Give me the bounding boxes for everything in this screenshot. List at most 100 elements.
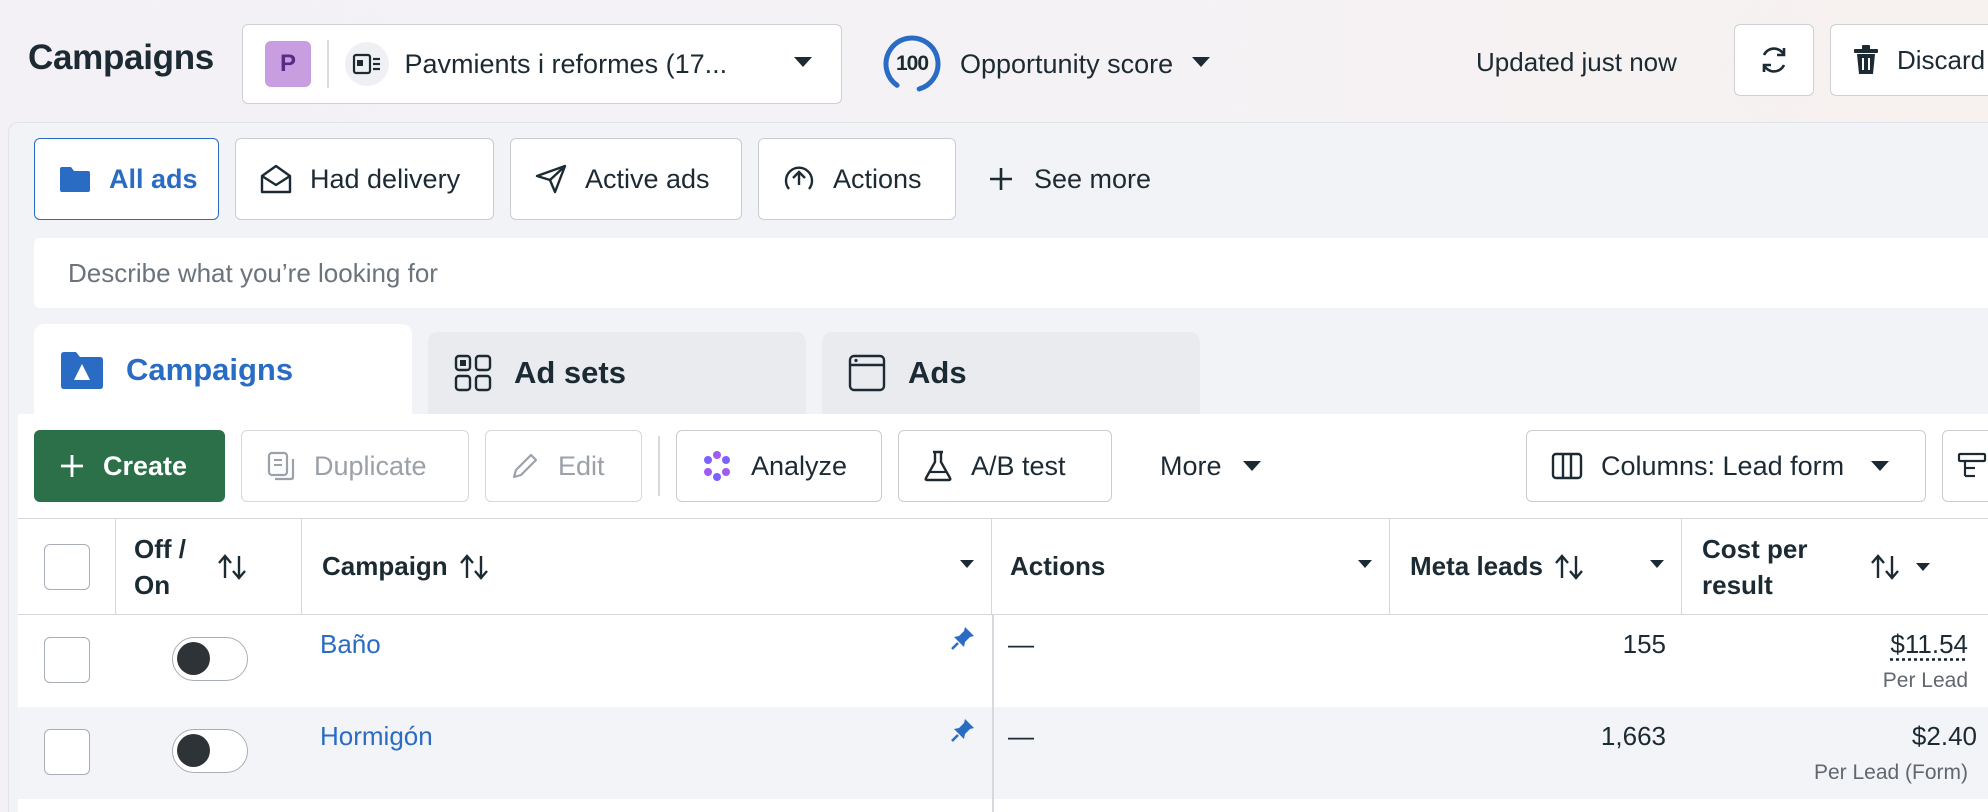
envelope-icon (260, 164, 292, 194)
chevron-down-icon[interactable] (1915, 562, 1931, 572)
chevron-down-icon[interactable] (1357, 559, 1373, 569)
account-name: Pavmients i reformes (17... (405, 49, 728, 80)
create-label: Create (103, 451, 187, 482)
duplicate-button[interactable]: Duplicate (241, 430, 469, 502)
account-divider (327, 40, 329, 88)
analyze-button[interactable]: Analyze (676, 430, 882, 502)
refresh-button[interactable] (1734, 24, 1814, 96)
filter-label: Active ads (585, 164, 710, 195)
discard-button[interactable]: Discard (1830, 24, 1988, 96)
ad-account-selector[interactable]: P Pavmients i reformes (17... (242, 24, 842, 104)
create-button[interactable]: Create (34, 430, 225, 502)
toggle-knob (177, 734, 210, 767)
column-divider (992, 615, 994, 812)
chevron-down-icon (1870, 460, 1890, 472)
cost-per-result-value[interactable]: $11.54 (1698, 629, 1968, 660)
breakdown-button[interactable] (1942, 430, 1988, 502)
pin-icon[interactable] (950, 625, 976, 656)
campaign-toggle[interactable] (172, 637, 248, 681)
search-input[interactable] (68, 258, 1988, 289)
more-button[interactable]: More (1144, 430, 1278, 502)
tab-label: Ad sets (514, 355, 626, 391)
plus-icon (988, 166, 1014, 192)
campaign-folder-icon (60, 350, 104, 390)
actions-value: — (1008, 721, 1034, 752)
ab-test-button[interactable]: A/B test (898, 430, 1112, 502)
table-row: Hormigón — 1,663 $2.40 Per Lead (Form) (18, 707, 1988, 799)
sort-icon (1869, 554, 1901, 580)
tab-ad-sets[interactable]: Ad sets (428, 332, 806, 414)
chevron-down-icon[interactable] (959, 559, 975, 569)
cost-per-result-value[interactable]: $2.40 (1698, 721, 1977, 752)
header-text: Campaign (322, 551, 448, 582)
search-box (34, 238, 1988, 308)
breakdown-icon (1957, 452, 1987, 480)
toolbar-divider (658, 436, 660, 496)
folder-icon (59, 165, 91, 193)
tab-label: Ads (908, 355, 967, 391)
upload-circle-icon (783, 163, 815, 195)
page-title: Campaigns (28, 38, 214, 78)
filter-active-ads[interactable]: Active ads (510, 138, 742, 220)
filter-actions[interactable]: Actions (758, 138, 956, 220)
analyze-label: Analyze (751, 451, 847, 482)
sparkle-icon (701, 450, 733, 482)
off-on-header[interactable]: Off / On (116, 519, 302, 615)
campaign-name-link[interactable]: Baño (320, 629, 381, 660)
send-icon (535, 164, 567, 194)
row-checkbox[interactable] (44, 637, 90, 683)
campaign-name-link[interactable]: Hormigón (320, 721, 433, 752)
columns-button[interactable]: Columns: Lead form (1526, 430, 1926, 502)
score-value: 100 (896, 52, 928, 76)
sort-icon (1553, 554, 1585, 580)
columns-label: Columns: Lead form (1601, 451, 1844, 482)
actions-value: — (1008, 629, 1034, 660)
select-all-checkbox[interactable] (44, 544, 90, 590)
tab-label: Campaigns (126, 352, 293, 388)
campaign-header[interactable]: Campaign (302, 519, 992, 615)
header-text: Meta leads (1410, 551, 1543, 582)
header-text: Actions (1010, 551, 1105, 582)
filter-label: Actions (833, 164, 922, 195)
ab-test-label: A/B test (971, 451, 1066, 482)
tab-ads[interactable]: Ads (822, 332, 1200, 414)
chevron-down-icon (1191, 55, 1211, 73)
chevron-down-icon (793, 55, 813, 73)
refresh-icon (1757, 43, 1791, 77)
opportunity-score[interactable]: 100 Opportunity score (882, 36, 1211, 92)
duplicate-icon (266, 451, 296, 481)
discard-label: Discard (1897, 45, 1985, 76)
header-text: On (134, 567, 186, 603)
see-more-button[interactable]: See more (972, 138, 1167, 220)
account-avatar: P (265, 41, 311, 87)
ad-account-icon (345, 42, 389, 86)
grid-icon (454, 354, 492, 392)
pin-icon[interactable] (950, 717, 976, 748)
duplicate-label: Duplicate (314, 451, 427, 482)
edit-button[interactable]: Edit (485, 430, 642, 502)
filter-all-ads[interactable]: All ads (34, 138, 219, 220)
filter-label: Had delivery (310, 164, 460, 195)
header-text: Cost per (1702, 531, 1807, 567)
sort-icon (216, 554, 248, 580)
top-bar: Campaigns P Pavmients i reformes (17... … (0, 0, 1988, 122)
select-all-header (18, 519, 116, 615)
filter-row: All ads Had delivery Active ads Actions … (34, 138, 1167, 220)
ad-window-icon (848, 354, 886, 392)
updated-status: Updated just now (1476, 47, 1677, 78)
cost-per-result-subtitle: Per Lead (Form) (1698, 761, 1968, 785)
meta-leads-header[interactable]: Meta leads (1390, 519, 1682, 615)
edit-label: Edit (558, 451, 605, 482)
trash-icon (1853, 45, 1879, 75)
campaign-toggle[interactable] (172, 729, 248, 773)
meta-leads-value: 155 (1398, 629, 1666, 660)
sort-icon (458, 554, 490, 580)
chevron-down-icon[interactable] (1649, 559, 1665, 569)
cost-per-result-header[interactable]: Cost per result (1682, 519, 1988, 615)
plus-icon (59, 453, 85, 479)
toggle-knob (177, 642, 210, 675)
actions-header[interactable]: Actions (992, 519, 1390, 615)
row-checkbox[interactable] (44, 729, 90, 775)
filter-had-delivery[interactable]: Had delivery (235, 138, 494, 220)
tab-campaigns[interactable]: Campaigns (34, 324, 412, 416)
